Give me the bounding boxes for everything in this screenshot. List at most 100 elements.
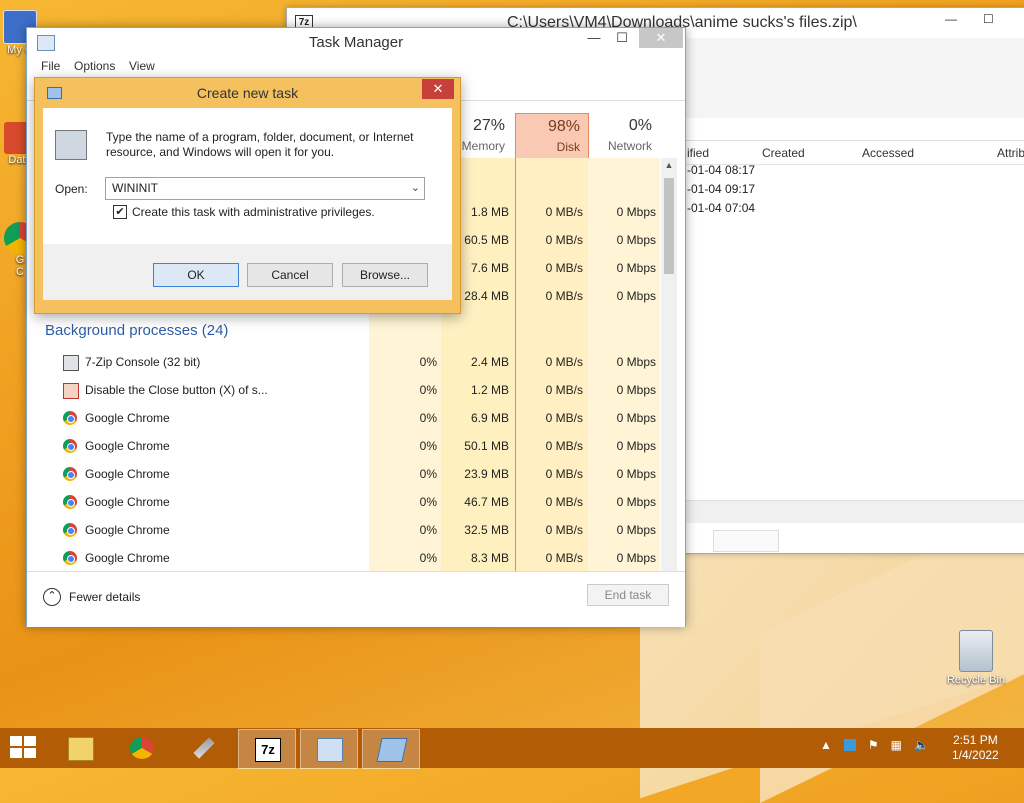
create-new-task-dialog[interactable]: Create new task ✕ Type the name of a pro… <box>34 77 461 314</box>
table-row[interactable]: Google Chrome 0% 32.5 MB 0 MB/s 0 Mbps <box>27 516 659 544</box>
fewer-details-label: Fewer details <box>69 590 141 604</box>
minimize-button[interactable]: — <box>579 28 609 48</box>
column-header-network[interactable]: 0% Network <box>588 113 660 158</box>
taskbar-file-explorer[interactable] <box>52 729 108 767</box>
network-value: 0 Mbps <box>616 439 656 453</box>
volume-icon[interactable]: 🔈 <box>914 738 929 752</box>
table-row[interactable]: Google Chrome 0% 46.7 MB 0 MB/s 0 Mbps <box>27 488 659 516</box>
menu-options[interactable]: Options <box>74 59 115 73</box>
list-item[interactable]: -01-04 07:04 <box>687 201 755 215</box>
menu-file[interactable]: File <box>41 59 60 73</box>
clock[interactable]: 2:51 PM 1/4/2022 <box>952 733 999 763</box>
disk-value: 0 MB/s <box>545 495 583 509</box>
end-task-button[interactable]: End task <box>587 584 669 606</box>
process-name: Google Chrome <box>85 495 170 509</box>
action-center-icon[interactable] <box>843 739 856 751</box>
table-row[interactable]: Google Chrome 0% 23.9 MB 0 MB/s 0 Mbps <box>27 460 659 488</box>
process-name: Google Chrome <box>85 467 170 481</box>
console-icon <box>63 355 79 371</box>
open-combobox[interactable]: WININIT ⌄ <box>105 177 425 200</box>
chrome-icon <box>63 551 77 565</box>
disk-value: 0 MB/s <box>545 355 583 369</box>
fewer-details-button[interactable]: ⌃ Fewer details <box>43 588 140 606</box>
flag-icon[interactable]: ⚑ <box>868 738 879 752</box>
dialog-description: Type the name of a program, folder, docu… <box>106 130 414 159</box>
admin-privileges-checkbox[interactable]: ✔ Create this task with administrative p… <box>113 205 375 219</box>
disk-value: 0 MB/s <box>545 467 583 481</box>
scrollbar-thumb[interactable] <box>664 178 674 274</box>
memory-value: 6.9 MB <box>470 411 509 425</box>
network-percent: 0% <box>628 117 652 134</box>
7zip-status-segment <box>713 530 779 552</box>
open-input-value[interactable]: WININIT <box>112 181 158 195</box>
maximize-button[interactable]: ☐ <box>607 28 637 48</box>
chrome-icon <box>63 495 77 509</box>
task-manager-titlebar[interactable]: Task Manager — ☐ ✕ <box>27 28 685 56</box>
column-header-disk[interactable]: 98% Disk <box>515 113 589 160</box>
taskbar-create-task[interactable] <box>362 729 420 769</box>
disk-value: 0 MB/s <box>545 523 583 537</box>
task-manager-icon <box>317 738 343 762</box>
network-value: 0 Mbps <box>616 467 656 481</box>
minimize-button[interactable]: — <box>945 12 957 26</box>
clock-time: 2:51 PM <box>953 733 998 747</box>
group-title-background-processes[interactable]: Background processes (24) <box>45 322 228 339</box>
dialog-title: Create new task <box>196 85 299 101</box>
run-icon <box>376 738 408 762</box>
table-row[interactable]: Google Chrome 0% 50.1 MB 0 MB/s 0 Mbps <box>27 432 659 460</box>
memory-value: 2.4 MB <box>470 355 509 369</box>
vertical-scrollbar[interactable]: ▲ ▼ <box>661 158 677 600</box>
memory-value: 32.5 MB <box>464 523 509 537</box>
close-button[interactable]: ✕ <box>639 28 683 48</box>
desktop-icon-recycle-bin[interactable]: Recycle Bin <box>946 630 1006 686</box>
taskbar-tool-app[interactable] <box>176 729 232 767</box>
chevron-up-icon: ⌃ <box>43 588 61 606</box>
chevron-down-icon[interactable]: ⌄ <box>411 181 420 194</box>
list-item[interactable]: -01-04 08:17 <box>687 163 755 177</box>
column-accessed[interactable]: Accessed <box>862 146 914 160</box>
scroll-up-arrow[interactable]: ▲ <box>661 160 677 170</box>
table-row[interactable]: Google Chrome 0% 6.9 MB 0 MB/s 0 Mbps <box>27 404 659 432</box>
checkbox-checked-icon[interactable]: ✔ <box>113 205 127 219</box>
column-created[interactable]: Created <box>762 146 805 160</box>
taskbar-7zip[interactable]: 7z <box>238 729 296 769</box>
cpu-value: 0% <box>419 467 437 481</box>
menu-view[interactable]: View <box>129 59 155 73</box>
taskbar: 7z ▲ ⚑ ▦ 🔈 2:51 PM 1/4/2022 <box>0 728 1024 769</box>
ok-button[interactable]: OK <box>153 263 239 287</box>
dialog-close-button[interactable]: ✕ <box>422 79 454 99</box>
maximize-button[interactable]: ☐ <box>983 12 994 26</box>
dialog-button-bar: OK Cancel Browse... <box>43 244 452 300</box>
network-value: 0 Mbps <box>616 261 656 275</box>
network-icon[interactable]: ▦ <box>891 738 902 752</box>
network-value: 0 Mbps <box>616 233 656 247</box>
memory-value: 1.2 MB <box>470 383 509 397</box>
disk-value: 0 MB/s <box>545 261 583 275</box>
table-row[interactable]: Google Chrome 0% 8.3 MB 0 MB/s 0 Mbps <box>27 544 659 572</box>
cpu-value: 0% <box>419 383 437 397</box>
run-program-icon <box>55 130 87 160</box>
menu-bar: File Options View <box>27 56 685 76</box>
cpu-value: 0% <box>419 495 437 509</box>
taskbar-google-chrome[interactable] <box>114 729 170 767</box>
cpu-value: 0% <box>419 439 437 453</box>
chevron-up-icon[interactable]: ▲ <box>820 738 832 752</box>
chrome-icon <box>63 467 77 481</box>
clock-date: 1/4/2022 <box>952 748 999 762</box>
browse-button[interactable]: Browse... <box>342 263 428 287</box>
dialog-titlebar[interactable]: Create new task ✕ <box>35 78 460 106</box>
cancel-button[interactable]: Cancel <box>247 263 333 287</box>
recycle-bin-label: Recycle Bin <box>946 674 1006 686</box>
column-attributes[interactable]: Attrib <box>997 146 1024 160</box>
column-modified[interactable]: ified <box>687 146 709 160</box>
start-button[interactable] <box>10 736 38 760</box>
table-row[interactable]: 7-Zip Console (32 bit) 0% 2.4 MB 0 MB/s … <box>27 348 659 376</box>
disk-percent: 98% <box>547 118 580 135</box>
recycle-bin-icon <box>959 630 993 672</box>
disk-value: 0 MB/s <box>545 411 583 425</box>
list-item[interactable]: -01-04 09:17 <box>687 182 755 196</box>
table-row[interactable]: Disable the Close button (X) of s... 0% … <box>27 376 659 404</box>
windows-logo-icon <box>24 748 36 758</box>
dialog-body: Type the name of a program, folder, docu… <box>43 108 452 244</box>
taskbar-task-manager[interactable] <box>300 729 358 769</box>
